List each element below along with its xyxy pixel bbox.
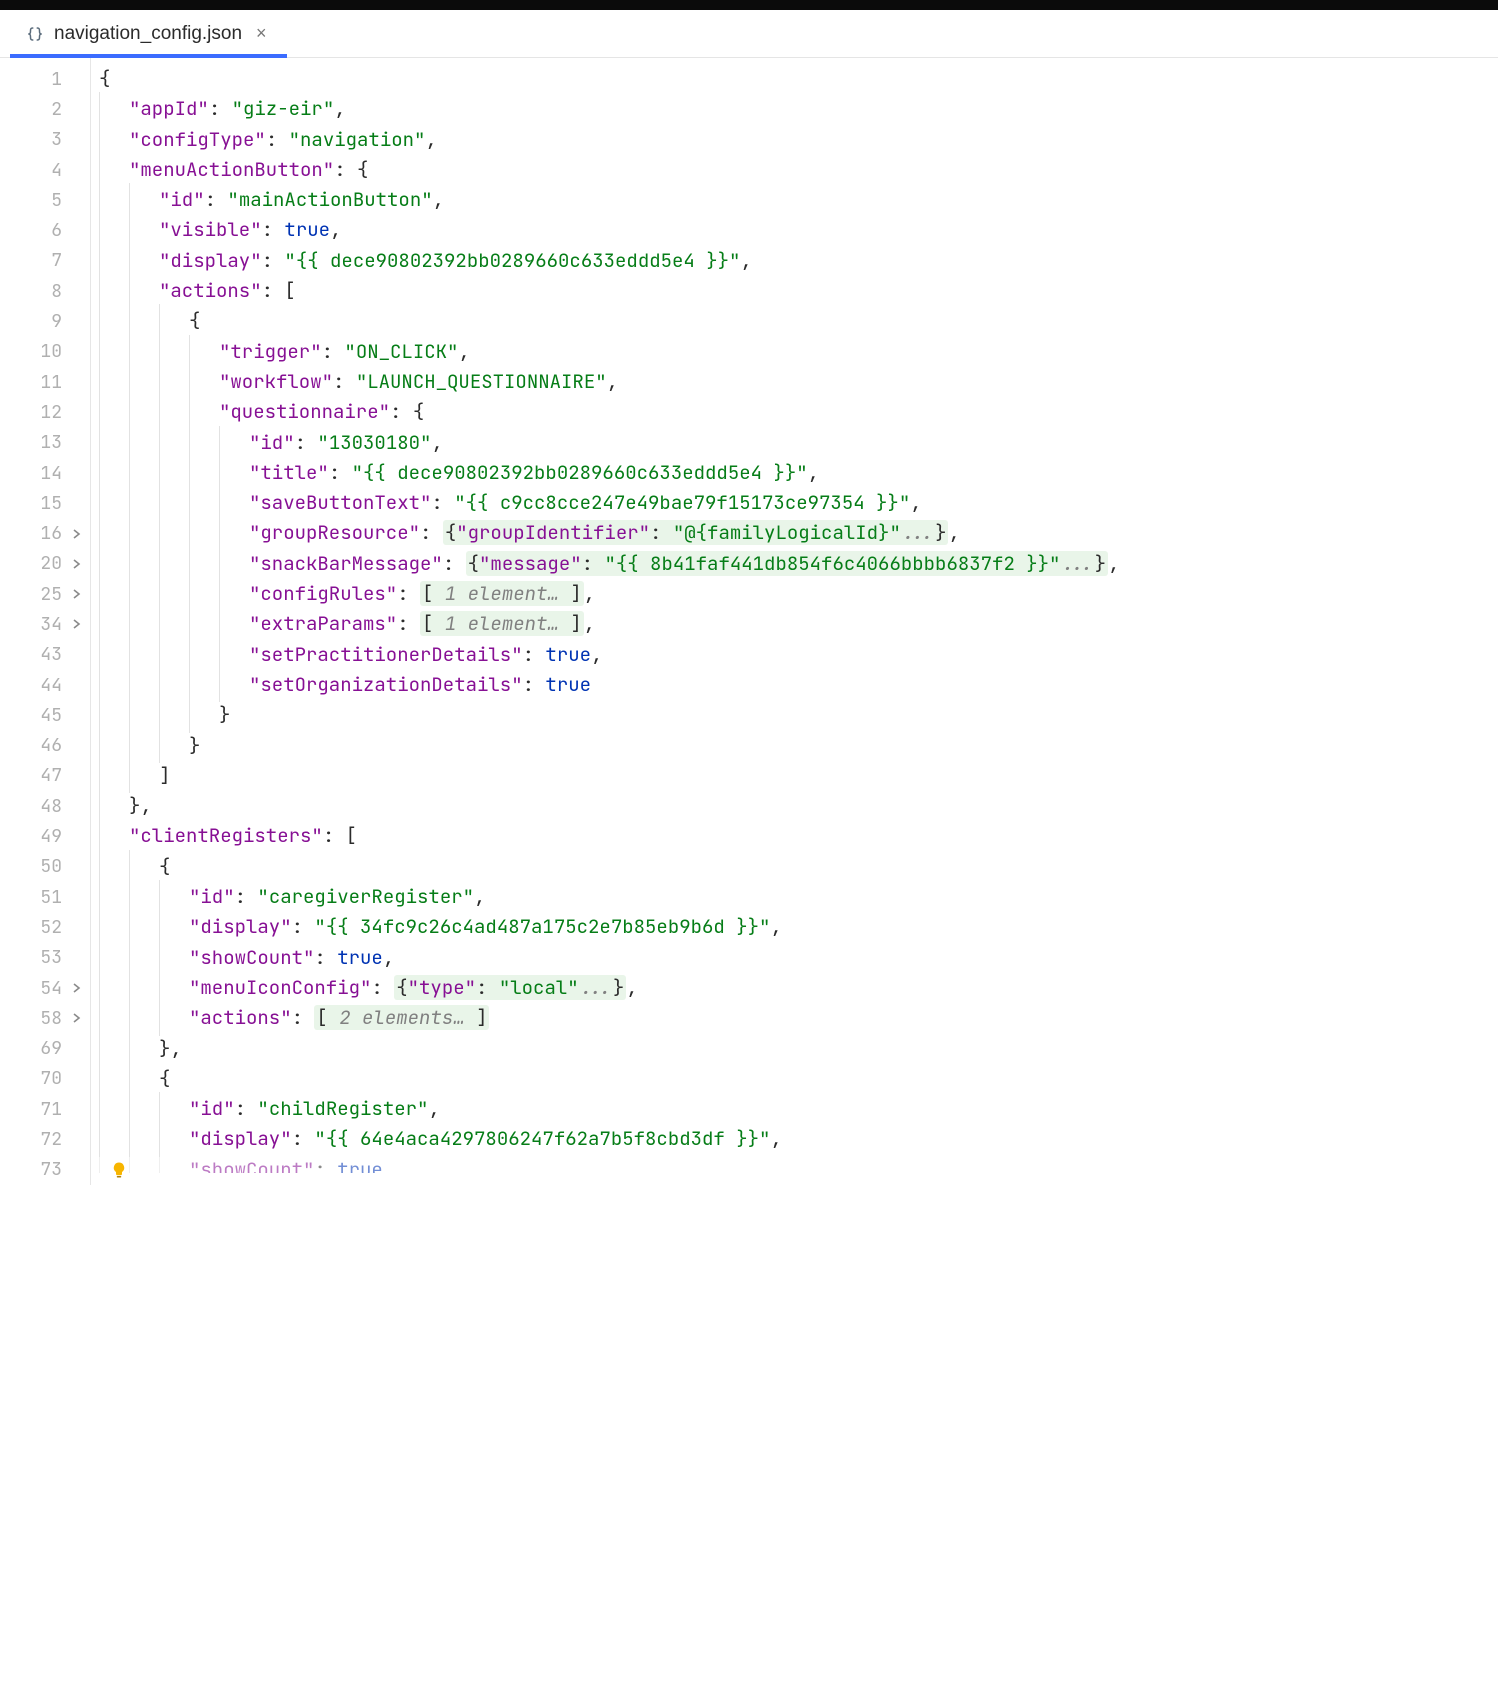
code-line[interactable]: } [91, 731, 1498, 761]
fold-chevron-icon[interactable] [70, 527, 84, 541]
code-line[interactable]: "display": "{{ dece90802392bb0289660c633… [91, 246, 1498, 276]
line-number: 54 [0, 973, 90, 1003]
fold-chevron-icon[interactable] [70, 1011, 84, 1025]
line-number: 58 [0, 1003, 90, 1033]
code-line[interactable]: "id": "13030180", [91, 428, 1498, 458]
line-number: 20 [0, 549, 90, 579]
code-line[interactable]: "trigger": "ON_CLICK", [91, 337, 1498, 367]
code-area[interactable]: {"appId": "giz-eir","configType": "navig… [90, 58, 1498, 1185]
line-number: 45 [0, 700, 90, 730]
code-line[interactable]: "display": "{{ 64e4aca4297806247f62a7b5f… [91, 1124, 1498, 1154]
line-number: 34 [0, 609, 90, 639]
code-line[interactable]: "saveButtonText": "{{ c9cc8cce247e49bae7… [91, 488, 1498, 518]
line-number: 44 [0, 670, 90, 700]
editor-tabbar: navigation_config.json × [0, 10, 1498, 58]
line-number: 43 [0, 640, 90, 670]
folded-region[interactable]: {"type": "local"...} [394, 975, 626, 1000]
code-line[interactable]: "workflow": "LAUNCH_QUESTIONNAIRE", [91, 367, 1498, 397]
line-number: 47 [0, 761, 90, 791]
window-top-border [0, 0, 1498, 10]
line-number: 9 [0, 306, 90, 336]
folded-region[interactable]: {"groupIdentifier": "@{familyLogicalId}"… [443, 520, 949, 545]
line-number: 70 [0, 1064, 90, 1094]
code-line[interactable]: "showCount": true, [91, 943, 1498, 973]
folded-region[interactable]: [ 2 elements… ] [314, 1005, 489, 1030]
code-line[interactable]: "groupResource": {"groupIdentifier": "@{… [91, 518, 1498, 548]
code-line[interactable]: }, [91, 791, 1498, 821]
code-line[interactable]: "title": "{{ dece90802392bb0289660c633ed… [91, 458, 1498, 488]
folded-region[interactable]: [ 1 element… ] [420, 581, 584, 606]
code-line[interactable]: "snackBarMessage": {"message": "{{ 8b41f… [91, 549, 1498, 579]
code-editor[interactable]: 1234567891011121314151620253443444546474… [0, 58, 1498, 1185]
line-number: 15 [0, 488, 90, 518]
code-line[interactable]: "clientRegisters": [ [91, 821, 1498, 851]
fold-chevron-icon[interactable] [70, 587, 84, 601]
line-number: 10 [0, 337, 90, 367]
line-number: 25 [0, 579, 90, 609]
tab-title: navigation_config.json [54, 23, 242, 45]
line-number: 5 [0, 185, 90, 215]
json-file-icon [26, 25, 44, 43]
code-line[interactable]: { [91, 64, 1498, 94]
line-number: 52 [0, 912, 90, 942]
line-number: 73 [0, 1155, 90, 1185]
line-number: 1 [0, 64, 90, 94]
line-number: 3 [0, 125, 90, 155]
fold-chevron-icon[interactable] [70, 557, 84, 571]
code-line[interactable]: "menuActionButton": { [91, 155, 1498, 185]
code-line[interactable]: ] [91, 761, 1498, 791]
code-line[interactable]: "id": "mainActionButton", [91, 185, 1498, 215]
line-number: 4 [0, 155, 90, 185]
line-number: 11 [0, 367, 90, 397]
code-line[interactable]: } [91, 700, 1498, 730]
line-number: 6 [0, 215, 90, 245]
line-number: 71 [0, 1094, 90, 1124]
line-number: 49 [0, 821, 90, 851]
code-line[interactable]: "id": "caregiverRegister", [91, 882, 1498, 912]
code-line[interactable]: "questionnaire": { [91, 397, 1498, 427]
code-line[interactable]: { [91, 306, 1498, 336]
code-line[interactable]: "appId": "giz-eir", [91, 94, 1498, 124]
line-number: 13 [0, 428, 90, 458]
code-line[interactable]: "setOrganizationDetails": true [91, 670, 1498, 700]
folded-region[interactable]: {"message": "{{ 8b41faf441db854f6c4066bb… [466, 551, 1108, 576]
code-line[interactable]: "display": "{{ 34fc9c26c4ad487a175c2e7b8… [91, 912, 1498, 942]
tab-close-icon[interactable]: × [252, 23, 271, 44]
code-line[interactable]: { [91, 852, 1498, 882]
line-number: 14 [0, 458, 90, 488]
line-number: 12 [0, 397, 90, 427]
line-number: 69 [0, 1034, 90, 1064]
line-number: 7 [0, 246, 90, 276]
fold-chevron-icon[interactable] [70, 617, 84, 631]
fold-chevron-icon[interactable] [70, 981, 84, 995]
folded-region[interactable]: [ 1 element… ] [420, 611, 584, 636]
code-line[interactable]: "configRules": [ 1 element… ], [91, 579, 1498, 609]
line-number: 8 [0, 276, 90, 306]
line-number-gutter: 1234567891011121314151620253443444546474… [0, 58, 90, 1185]
code-line[interactable]: "visible": true, [91, 215, 1498, 245]
code-line[interactable]: "showCount": true [91, 1155, 1498, 1173]
code-line[interactable]: { [91, 1064, 1498, 1094]
code-line[interactable]: "actions": [ [91, 276, 1498, 306]
code-line[interactable]: "actions": [ 2 elements… ] [91, 1003, 1498, 1033]
line-number: 53 [0, 943, 90, 973]
code-line[interactable]: }, [91, 1034, 1498, 1064]
line-number: 46 [0, 731, 90, 761]
code-line[interactable]: "setPractitionerDetails": true, [91, 640, 1498, 670]
code-line[interactable]: "extraParams": [ 1 element… ], [91, 609, 1498, 639]
line-number: 48 [0, 791, 90, 821]
tab-navigation-config[interactable]: navigation_config.json × [10, 10, 287, 57]
line-number: 16 [0, 518, 90, 548]
line-number: 72 [0, 1124, 90, 1154]
code-line[interactable]: "id": "childRegister", [91, 1094, 1498, 1124]
line-number: 51 [0, 882, 90, 912]
code-line[interactable]: "configType": "navigation", [91, 125, 1498, 155]
line-number: 50 [0, 852, 90, 882]
code-line[interactable]: "menuIconConfig": {"type": "local"...}, [91, 973, 1498, 1003]
line-number: 2 [0, 94, 90, 124]
